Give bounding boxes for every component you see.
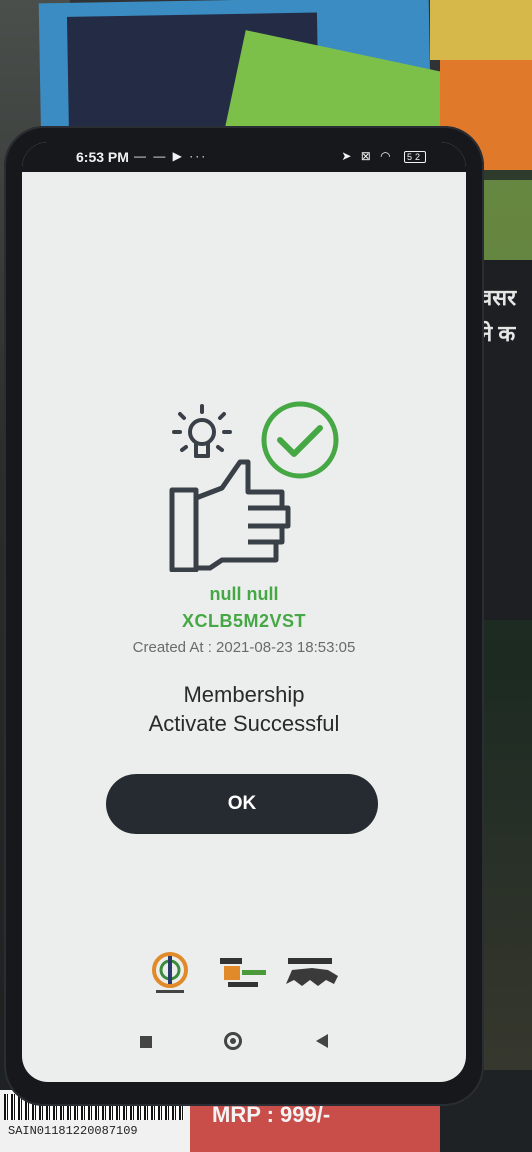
thumbs-up-icon [169,459,291,572]
success-illustration [169,401,339,572]
phone-device: 6:53 PM — — ▶ ··· ➤ ⊠ ◠ 52 null null XCL… [4,126,484,1106]
status-bar: 6:53 PM — — ▶ ··· ➤ ⊠ ◠ 52 [22,142,466,172]
azadi-ka-amrit-mahotsav-logo [152,952,188,993]
make-in-india-logo [286,958,338,986]
status-time: 6:53 PM [76,149,129,165]
battery-icon: 52 [403,151,426,163]
member-name: null null [209,584,279,604]
membership-code: XCLB5M2VST [181,611,307,631]
vocal-for-local-logo [220,958,266,987]
background-book-text: वसर ने क [480,285,517,346]
ok-button[interactable]: OK [106,774,378,834]
created-at-text: Created At : 2021-08-23 18:53:05 [132,639,356,656]
check-circle-icon [261,401,339,479]
footer-logos [152,952,338,993]
back-button[interactable] [316,1034,328,1048]
barcode-number: SAIN01181220087109 [8,1124,138,1138]
phone-screen: 6:53 PM — — ▶ ··· ➤ ⊠ ◠ 52 null null XCL… [22,142,466,1082]
location-wifi-icons: ➤ ⊠ ◠ [341,149,394,163]
home-button[interactable] [224,1032,242,1050]
success-message-line1: Membership [183,682,305,707]
recents-button[interactable] [140,1036,152,1048]
notification-icons: — — ▶ ··· [134,149,208,163]
system-icons: ➤ ⊠ ◠ 52 [341,149,426,163]
lightbulb-icon [172,404,232,458]
success-message: Membership Activate Successful [22,680,466,738]
background-book-yellow [430,0,532,60]
success-message-line2: Activate Successful [148,711,340,736]
navigation-bar [22,1024,466,1064]
